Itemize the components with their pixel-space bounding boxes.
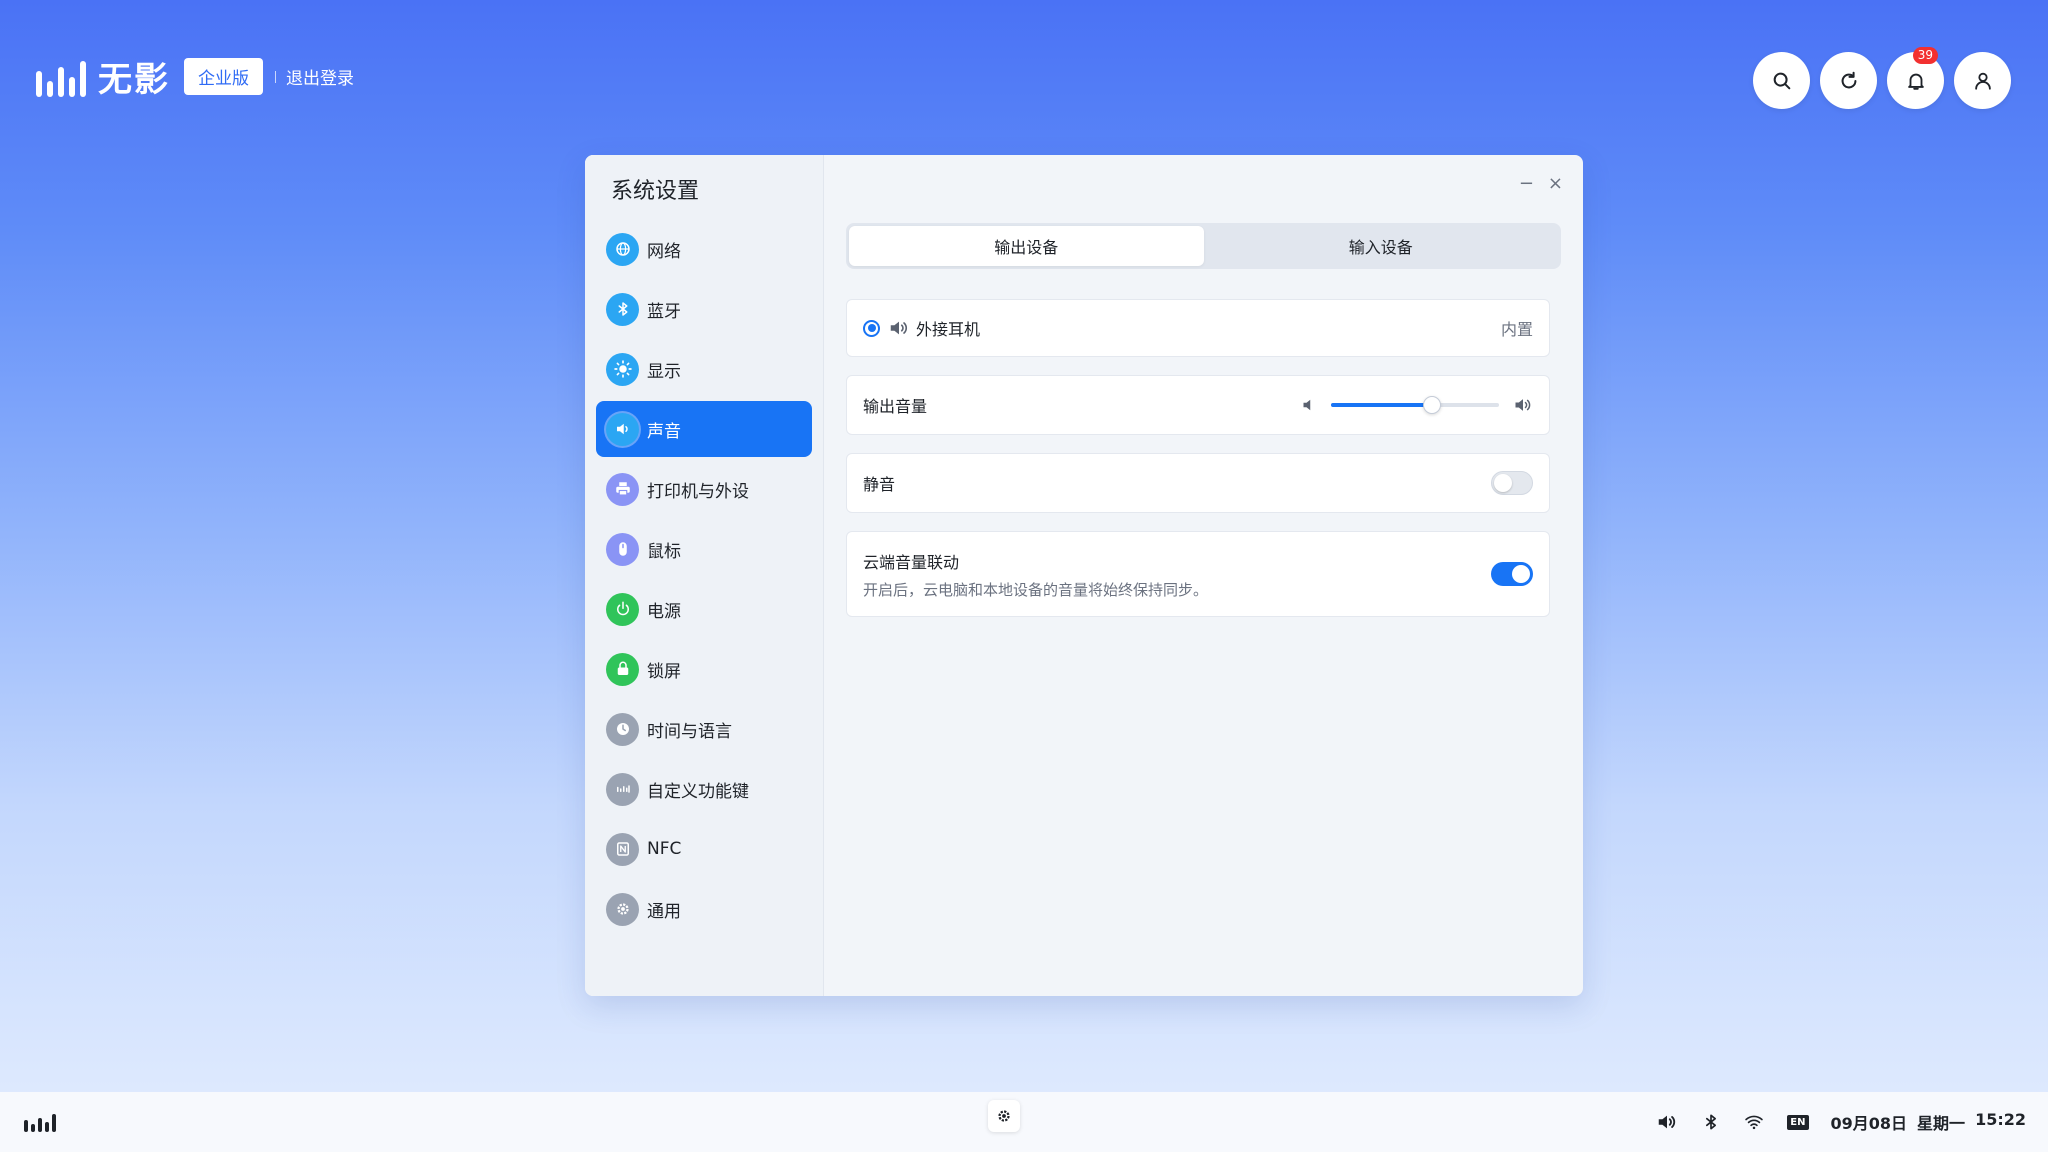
volume-label: 输出音量 — [863, 397, 928, 416]
sidebar-item-power[interactable]: 电源 — [596, 581, 812, 637]
cloud-volume-sync-row: 云端音量联动 开启后，云电脑和本地设备的音量将始终保持同步。 — [846, 531, 1550, 617]
tab-output-device[interactable]: 输出设备 — [849, 226, 1204, 266]
settings-content: − × 输出设备 输入设备 外接耳机 内置 输出音量 静音 云端音量联动 开启后… — [824, 155, 1583, 996]
volume-high-icon — [1515, 399, 1531, 411]
sidebar-item-time-language[interactable]: 时间与语言 — [596, 701, 812, 757]
clock-weekday: 星期一 — [1917, 1114, 1966, 1133]
sun-icon — [606, 352, 639, 386]
mouse-icon — [606, 532, 639, 566]
output-device-row[interactable]: 外接耳机 内置 — [846, 299, 1550, 357]
globe-icon — [606, 232, 639, 266]
close-button[interactable]: × — [1548, 175, 1563, 193]
keys-icon — [606, 772, 639, 806]
sidebar-item-label: 通用 — [647, 901, 681, 922]
sidebar-item-nfc[interactable]: NFC — [596, 821, 812, 877]
taskbar: EN 09月08日 星期一 15:22 — [0, 1092, 2048, 1152]
power-icon — [606, 592, 639, 626]
window-controls: − × — [1519, 175, 1563, 193]
sidebar-item-label: 打印机与外设 — [647, 481, 749, 502]
search-button[interactable] — [1753, 52, 1810, 109]
mute-label: 静音 — [863, 475, 896, 494]
volume-slider[interactable] — [1331, 395, 1499, 415]
refresh-icon — [1841, 71, 1856, 88]
device-radio[interactable] — [863, 319, 880, 337]
cloud-sync-description: 开启后，云电脑和本地设备的音量将始终保持同步。 — [863, 580, 1209, 599]
gear-icon — [606, 892, 639, 926]
system-tray: EN 09月08日 星期一 15:22 — [1655, 1092, 2026, 1152]
bell-icon — [1907, 73, 1924, 90]
sidebar-item-custom-keys[interactable]: 自定义功能键 — [596, 761, 812, 817]
device-tabs: 输出设备 输入设备 — [846, 223, 1561, 269]
input-language-indicator[interactable]: EN — [1787, 1114, 1809, 1130]
refresh-button[interactable] — [1820, 52, 1877, 109]
gear-icon — [998, 1110, 1010, 1122]
sidebar-item-display[interactable]: 显示 — [596, 341, 812, 397]
lock-icon — [606, 652, 639, 686]
notification-button[interactable]: 39 — [1887, 47, 1944, 109]
sidebar-item-label: 鼠标 — [647, 541, 681, 562]
clock-icon — [606, 712, 639, 746]
brand-name: 无影 — [98, 60, 170, 100]
sidebar-item-label: 自定义功能键 — [647, 781, 749, 802]
tab-input-device[interactable]: 输入设备 — [1204, 226, 1559, 266]
system-settings-window: 系统设置 网络 蓝牙 显示 声音 打印机与外设 鼠标 电源 锁屏 时间与语言 自… — [585, 155, 1583, 996]
sidebar-item-bluetooth[interactable]: 蓝牙 — [596, 281, 812, 337]
clock-date: 09月08日 — [1830, 1114, 1908, 1133]
volume-slider-thumb[interactable] — [1422, 396, 1441, 414]
cloud-sync-label: 云端音量联动 — [863, 552, 960, 572]
taskbar-clock[interactable]: 09月08日 星期一 15:22 — [1831, 1110, 2027, 1134]
volume-low-icon — [1303, 399, 1311, 411]
sidebar-item-printer[interactable]: 打印机与外设 — [596, 461, 812, 517]
speaker-icon — [890, 321, 908, 335]
sidebar-item-label: 网络 — [647, 241, 681, 262]
printer-icon — [606, 472, 639, 506]
notification-count-badge: 39 — [1912, 47, 1938, 64]
settings-sidebar: 系统设置 网络 蓝牙 显示 声音 打印机与外设 鼠标 电源 锁屏 时间与语言 自… — [585, 155, 824, 996]
bluetooth-icon — [606, 292, 639, 326]
window-title: 系统设置 — [611, 179, 700, 204]
volume-tray-icon[interactable] — [1655, 1111, 1679, 1133]
output-volume-row: 输出音量 — [846, 375, 1550, 435]
nfc-icon — [606, 832, 639, 866]
sidebar-item-sound[interactable]: 声音 — [596, 401, 812, 457]
settings-app-button[interactable] — [988, 1100, 1020, 1132]
minimize-button[interactable]: − — [1519, 175, 1534, 193]
sidebar-item-label: 显示 — [647, 361, 681, 382]
wuying-logo-icon — [36, 57, 86, 97]
wifi-tray-icon[interactable] — [1743, 1112, 1765, 1132]
device-name: 外接耳机 — [916, 320, 981, 339]
search-icon — [1773, 72, 1790, 89]
edition-badge: 企业版 — [184, 58, 263, 95]
top-actions: 39 — [1753, 47, 2011, 109]
sidebar-item-network[interactable]: 网络 — [596, 221, 812, 277]
mute-row: 静音 — [846, 453, 1550, 513]
speaker-icon — [606, 412, 639, 446]
sidebar-item-lock-screen[interactable]: 锁屏 — [596, 641, 812, 697]
sidebar-item-label: 声音 — [647, 421, 681, 442]
clock-time: 15:22 — [1975, 1110, 2026, 1129]
wuying-logo-icon[interactable] — [24, 1114, 56, 1132]
mute-toggle[interactable] — [1491, 471, 1533, 495]
cloud-sync-toggle[interactable] — [1491, 562, 1533, 586]
sidebar-item-label: 锁屏 — [647, 661, 681, 682]
bluetooth-tray-icon[interactable] — [1701, 1112, 1721, 1132]
sidebar-item-label: NFC — [647, 839, 682, 859]
device-type: 内置 — [1500, 320, 1533, 339]
user-icon — [1974, 72, 1991, 90]
user-button[interactable] — [1954, 52, 2011, 109]
sidebar-item-mouse[interactable]: 鼠标 — [596, 521, 812, 577]
sidebar-item-general[interactable]: 通用 — [596, 881, 812, 937]
sidebar-item-label: 蓝牙 — [647, 301, 681, 322]
brand-area: 无影 企业版 退出登录 — [36, 52, 354, 101]
sidebar-item-label: 时间与语言 — [647, 721, 732, 742]
sidebar-item-label: 电源 — [647, 601, 681, 622]
logout-link[interactable]: 退出登录 — [275, 64, 354, 89]
